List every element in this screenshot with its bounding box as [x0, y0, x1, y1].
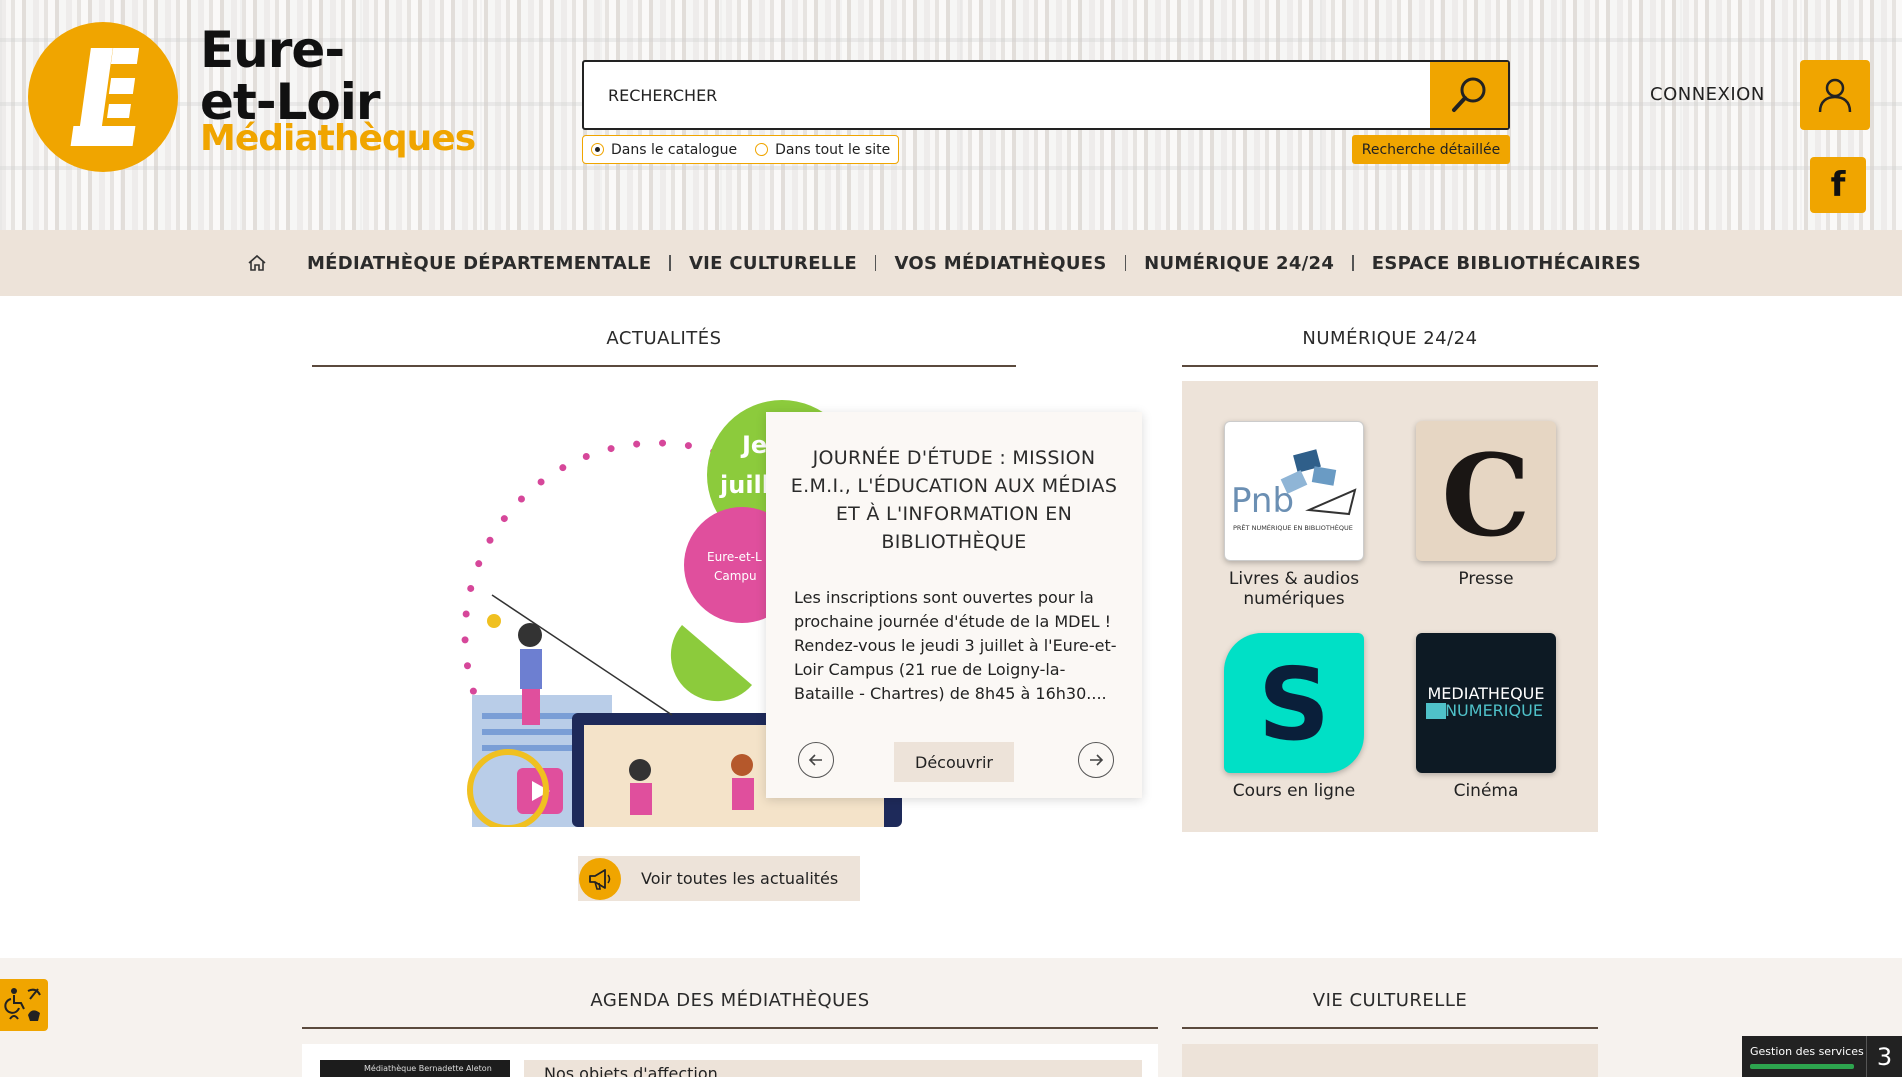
vie-culturelle-card[interactable] — [1182, 1044, 1598, 1077]
scope-site-label: Dans tout le site — [775, 141, 891, 158]
logo-circle — [28, 22, 178, 172]
scope-catalogue-label: Dans le catalogue — [611, 141, 738, 158]
all-news-label: Voir toutes les actualités — [641, 869, 839, 888]
main-nav: MÉDIATHÈQUE DÉPARTEMENTALE VIE CULTURELL… — [0, 230, 1902, 296]
cinema-logo-line2: NUMERIQUE — [1445, 701, 1543, 720]
mediatheque-numerique-logo-icon: MEDIATHEQUE NUMERIQUE — [1416, 633, 1556, 773]
tile-label-presse: Presse — [1458, 569, 1514, 589]
tile-cinema[interactable]: MEDIATHEQUE NUMERIQUE Cinéma — [1416, 633, 1556, 801]
agenda-item-thumbnail: Médiathèque Bernadette Aleton — [320, 1060, 510, 1077]
all-news-icon-wrap — [579, 857, 621, 900]
search-scope: Dans le catalogue Dans tout le site — [582, 135, 900, 164]
home-icon — [248, 254, 266, 271]
news-card: JOURNÉE D'ÉTUDE : MISSION E.M.I., L'ÉDUC… — [766, 412, 1142, 798]
pnb-logo-subtext: PRÊT NUMÉRIQUE EN BIBLIOTHÈQUE — [1233, 523, 1353, 532]
arrow-right-icon — [1090, 754, 1104, 766]
illus-badge-2: Campu — [714, 569, 757, 583]
search-input[interactable] — [584, 62, 1430, 128]
nav-item-espace-bibliothecaires[interactable]: ESPACE BIBLIOTHÉCAIRES — [1354, 253, 1659, 274]
cookie-services-bar — [1750, 1064, 1854, 1069]
illus-text-1: Je — [740, 431, 767, 459]
vie-culturelle-title: VIE CULTURELLE — [1182, 990, 1598, 1029]
news-next-button[interactable] — [1078, 742, 1114, 778]
search-button[interactable] — [1430, 62, 1508, 128]
skilleos-logo-text: S — [1258, 646, 1330, 763]
agenda-item[interactable]: Médiathèque Bernadette Aleton Nos objets… — [302, 1044, 1158, 1077]
arrow-left-icon — [808, 754, 822, 766]
agenda-title: AGENDA DES MÉDIATHÈQUES — [302, 990, 1158, 1029]
search-box — [582, 60, 1510, 130]
site-logo[interactable]: Eure- et-Loir Médiathèques — [28, 22, 498, 172]
megaphone-icon — [589, 868, 611, 890]
agenda-item-title[interactable]: Nos objets d'affection — [544, 1064, 718, 1077]
user-icon — [1818, 78, 1852, 113]
accessibility-icon — [4, 988, 41, 1021]
advanced-search-button[interactable]: Recherche détaillée — [1352, 135, 1510, 164]
pnb-logo-icon: Pnb PRÊT NUMÉRIQUE EN BIBLIOTHÈQUE — [1224, 421, 1364, 561]
connexion-link[interactable]: CONNEXION — [1650, 84, 1765, 105]
logo-mark-icon — [70, 48, 140, 146]
tile-presse[interactable]: C Presse — [1416, 421, 1556, 589]
scope-catalogue[interactable]: Dans le catalogue — [591, 142, 737, 158]
scope-site-radio[interactable] — [755, 143, 769, 156]
agenda-item-info: Nos objets d'affection — [524, 1060, 1142, 1077]
all-news-button[interactable]: Voir toutes les actualités — [578, 856, 860, 901]
illus-badge-1: Eure-et-L — [707, 550, 762, 564]
cookie-services-count: 3 — [1866, 1036, 1902, 1077]
actualites-title: ACTUALITÉS — [312, 328, 1016, 367]
numerique-panel: Pnb PRÊT NUMÉRIQUE EN BIBLIOTHÈQUE Livre… — [1182, 381, 1598, 832]
facebook-button[interactable]: f — [1810, 157, 1866, 213]
news-card-text: Les inscriptions sont ouvertes pour la p… — [794, 588, 1117, 703]
news-card-title[interactable]: JOURNÉE D'ÉTUDE : MISSION E.M.I., L'ÉDUC… — [790, 444, 1118, 556]
header: Eure- et-Loir Médiathèques Dans le catal… — [0, 0, 1902, 230]
pnb-logo-text: Pnb — [1231, 481, 1294, 521]
tile-label-livres-audios: Livres & audios numériques — [1228, 569, 1360, 609]
nav-item-numerique[interactable]: NUMÉRIQUE 24/24 — [1126, 253, 1352, 274]
tile-cours-en-ligne[interactable]: S Cours en ligne — [1224, 633, 1364, 801]
tile-livres-audios[interactable]: Pnb PRÊT NUMÉRIQUE EN BIBLIOTHÈQUE Livre… — [1224, 421, 1364, 609]
discover-button[interactable]: Découvrir — [894, 742, 1014, 782]
nav-home[interactable] — [243, 249, 271, 277]
presse-logo-icon: C — [1416, 421, 1556, 561]
news-prev-button[interactable] — [798, 742, 834, 778]
numerique-title: NUMÉRIQUE 24/24 — [1182, 328, 1598, 367]
scope-site[interactable]: Dans tout le site — [755, 142, 890, 158]
presse-logo-text: C — [1441, 431, 1530, 561]
tile-label-cinema: Cinéma — [1453, 781, 1519, 801]
accessibility-button[interactable] — [0, 979, 48, 1031]
nav-item-vie-culturelle[interactable]: VIE CULTURELLE — [671, 253, 875, 274]
skilleos-logo-icon: S — [1224, 633, 1364, 773]
cookie-services-panel[interactable]: Gestion des services 3 — [1742, 1036, 1902, 1077]
nav-item-mediatheque-departementale[interactable]: MÉDIATHÈQUE DÉPARTEMENTALE — [289, 253, 669, 274]
tile-label-cours-en-ligne: Cours en ligne — [1232, 781, 1356, 801]
facebook-icon: f — [1830, 165, 1846, 205]
scope-catalogue-radio[interactable] — [591, 143, 604, 156]
cookie-services-label: Gestion des services — [1750, 1045, 1864, 1058]
nav-item-vos-mediatheques[interactable]: VOS MÉDIATHÈQUES — [876, 253, 1124, 274]
account-button[interactable] — [1800, 60, 1870, 130]
search-icon — [1452, 77, 1486, 112]
logo-subtitle: Médiathèques — [200, 118, 476, 159]
logo-title: Eure- et-Loir — [200, 21, 381, 131]
